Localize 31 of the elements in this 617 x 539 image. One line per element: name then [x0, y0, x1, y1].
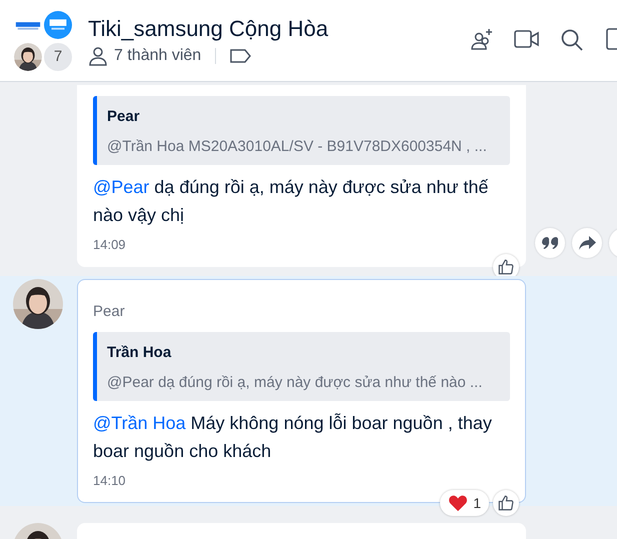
forward-icon — [578, 236, 596, 250]
add-member-icon[interactable] — [470, 28, 494, 52]
reaction-chip[interactable]: 1 — [440, 490, 489, 516]
reply-button[interactable] — [535, 228, 565, 258]
forward-button[interactable] — [572, 228, 602, 258]
member-count-badge[interactable]: 7 — [43, 42, 73, 72]
quote-author: Pear — [107, 108, 141, 125]
message-text: @Trần Hoa Máy không nóng lỗi boar nguồn , thay boar nguồn cho khách — [93, 412, 493, 463]
tag-icon[interactable] — [230, 48, 252, 64]
quote-text: @Pear dạ đúng rồi ạ, máy này được sửa như thế nào ... — [107, 374, 484, 391]
sender-name: Pear — [93, 303, 126, 320]
thumbs-up-icon — [497, 258, 515, 276]
side-panel-icon[interactable] — [606, 28, 617, 50]
quoted-message[interactable]: Pear @Trần Hoa MS20A3010AL/SV - B91V78DX600354N , ... — [93, 96, 510, 165]
message-text: @Pear dạ đúng rồi ạ, máy này được sửa như thế nào vậy chị — [93, 176, 490, 227]
quote-text: @Trần Hoa MS20A3010AL/SV - B91V78DX600354N , ... — [107, 138, 488, 155]
mention-link[interactable]: @Pear — [93, 177, 150, 197]
like-button[interactable] — [493, 490, 519, 516]
group-title: Tiki_samsung Cộng Hòa — [88, 16, 328, 42]
member-count-label[interactable]: 7 thành viên — [114, 46, 202, 64]
quote-author: Trần Hoa — [107, 344, 172, 361]
heart-icon — [448, 494, 468, 512]
search-icon[interactable] — [560, 28, 584, 52]
quoted-message[interactable]: Trần Hoa @Pear dạ đúng rồi ạ, máy này được sửa như thế nào ... — [93, 332, 510, 401]
quote-icon — [542, 237, 558, 249]
mention-link[interactable]: @Trần Hoa — [93, 413, 186, 433]
message-time: 14:10 — [93, 473, 127, 488]
thumbs-up-icon — [497, 494, 515, 512]
video-call-icon[interactable] — [514, 28, 540, 50]
message-time: 14:09 — [93, 237, 127, 252]
person-icon — [88, 46, 108, 66]
